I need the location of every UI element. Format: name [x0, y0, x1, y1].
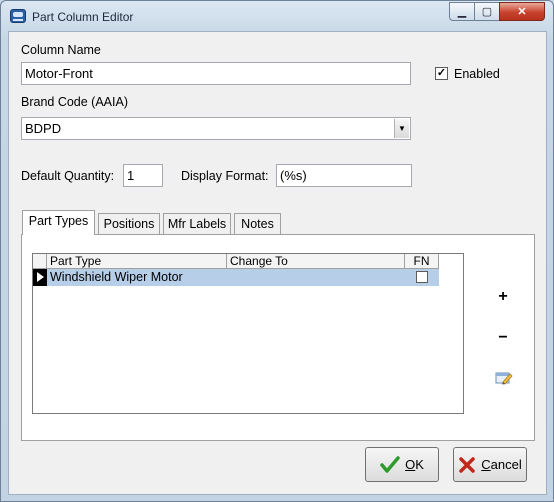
part-types-grid[interactable]: Part Type Change To FN Windshield Wiper …	[32, 253, 464, 414]
grid-header-indicator	[33, 254, 47, 269]
dialog-window: Part Column Editor ▁ ▢ ✕ Column Name Mot…	[0, 0, 554, 502]
enabled-checkbox[interactable]: ✓	[435, 67, 448, 80]
part-types-panel: Part Type Change To FN Windshield Wiper …	[21, 234, 535, 441]
chevron-down-icon[interactable]: ▼	[394, 119, 409, 138]
tab-part-types[interactable]: Part Types	[22, 210, 95, 235]
table-row[interactable]: Windshield Wiper Motor	[33, 269, 439, 286]
add-button[interactable]: +	[492, 286, 514, 308]
maximize-button[interactable]: ▢	[474, 2, 500, 21]
window-title: Part Column Editor	[32, 10, 134, 24]
column-header-fn[interactable]: FN	[405, 254, 439, 269]
column-header-part-type[interactable]: Part Type	[47, 254, 227, 269]
brand-code-select[interactable]: BDPD ▼	[21, 117, 411, 140]
grid-header: Part Type Change To FN	[33, 254, 439, 269]
cancel-button[interactable]: Cancel	[453, 447, 527, 482]
check-icon	[380, 455, 400, 473]
row-indicator-icon	[33, 269, 47, 286]
pencil-icon	[495, 372, 513, 385]
column-name-input[interactable]: Motor-Front	[21, 62, 411, 85]
ok-label: OK	[405, 457, 424, 472]
column-name-label: Column Name	[21, 43, 101, 57]
column-header-change-to[interactable]: Change To	[227, 254, 405, 269]
brand-code-value: BDPD	[25, 121, 62, 136]
cell-part-type[interactable]: Windshield Wiper Motor	[47, 269, 227, 286]
default-quantity-input[interactable]: 1	[123, 164, 163, 187]
remove-button[interactable]: −	[492, 327, 514, 349]
tab-mfr-labels[interactable]: Mfr Labels	[163, 213, 231, 235]
tab-positions[interactable]: Positions	[98, 213, 160, 235]
app-icon	[10, 9, 26, 23]
cancel-label: Cancel	[481, 457, 522, 472]
dialog-client-area: Column Name Motor-Front ✓ Enabled Brand …	[8, 31, 547, 495]
close-button[interactable]: ✕	[499, 2, 545, 21]
title-bar[interactable]: Part Column Editor ▁ ▢ ✕	[1, 1, 553, 31]
display-format-label: Display Format:	[181, 169, 269, 183]
cancel-x-icon	[459, 456, 476, 473]
display-format-input[interactable]: (%s)	[276, 164, 412, 187]
brand-code-label: Brand Code (AAIA)	[21, 95, 128, 109]
ok-button[interactable]: OK	[365, 447, 439, 482]
tab-notes[interactable]: Notes	[234, 213, 281, 235]
fn-checkbox[interactable]	[416, 271, 428, 283]
edit-button[interactable]	[493, 369, 515, 391]
minimize-button[interactable]: ▁	[449, 2, 475, 21]
cell-change-to[interactable]	[227, 269, 405, 286]
enabled-label: Enabled	[454, 67, 500, 81]
default-quantity-label: Default Quantity:	[21, 169, 115, 183]
